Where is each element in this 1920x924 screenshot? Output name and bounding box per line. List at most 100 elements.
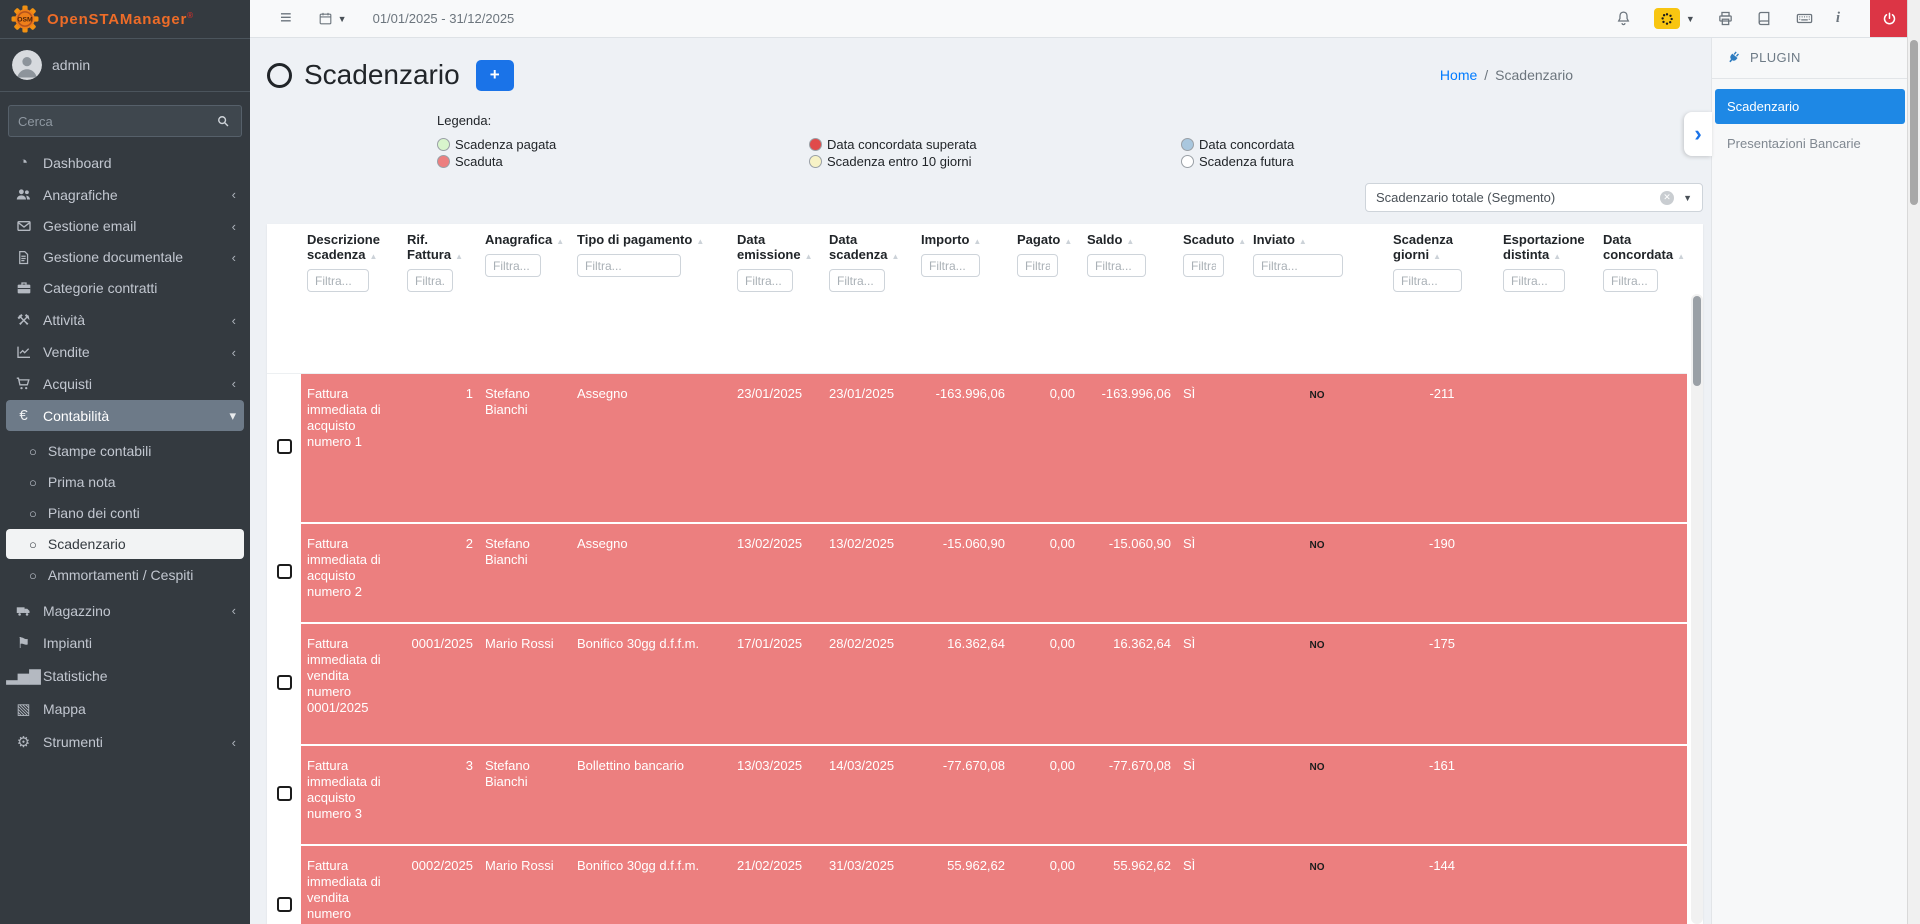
sort-icon[interactable]: ▲ bbox=[696, 237, 704, 246]
sidebar-item-mappa[interactable]: ▧Mappa bbox=[6, 693, 244, 725]
sidebar-item-attivita[interactable]: ⚒Attività‹ bbox=[6, 304, 244, 336]
docs-button[interactable] bbox=[1756, 10, 1773, 27]
sidebar-item-categorie-contratti[interactable]: Categorie contratti bbox=[6, 273, 244, 303]
sidebar-subitem-prima-nota[interactable]: ○Prima nota bbox=[6, 467, 244, 497]
segment-value: Scadenzario totale (Segmento) bbox=[1376, 190, 1660, 205]
column-header-inviato[interactable]: Inviato▲ bbox=[1247, 224, 1387, 374]
cell-giorni: -144 bbox=[1387, 846, 1497, 924]
filter-input-importo[interactable] bbox=[921, 254, 980, 277]
window-scrollbar-thumb[interactable] bbox=[1910, 40, 1918, 205]
panel-toggle-button[interactable]: › bbox=[1684, 112, 1712, 156]
sidebar-item-impianti[interactable]: ⚑Impianti bbox=[6, 627, 244, 659]
row-checkbox[interactable] bbox=[277, 675, 292, 690]
table-scrollbar-thumb[interactable] bbox=[1693, 296, 1701, 386]
sort-icon[interactable]: ▲ bbox=[1064, 237, 1072, 246]
shortcuts-button[interactable] bbox=[1795, 9, 1814, 28]
sidebar-item-magazzino[interactable]: Magazzino‹ bbox=[6, 595, 244, 626]
sidebar-item-acquisti[interactable]: Acquisti‹ bbox=[6, 368, 244, 399]
sidebar-item-strumenti[interactable]: ⚙Strumenti‹ bbox=[6, 726, 244, 758]
filter-input-pagato[interactable] bbox=[1017, 254, 1058, 277]
filter-input-inviato[interactable] bbox=[1253, 254, 1343, 277]
sort-icon[interactable]: ▲ bbox=[556, 237, 564, 246]
sidebar-item-anagrafiche[interactable]: Anagrafiche‹ bbox=[6, 179, 244, 210]
column-header-esportazione-distinta[interactable]: Esportazione distinta▲ bbox=[1497, 224, 1597, 374]
app-window: OSM OpenSTAManager® admin bbox=[0, 0, 1920, 924]
filter-input-scaduto[interactable] bbox=[1183, 254, 1224, 277]
sidebar-item-vendite[interactable]: Vendite‹ bbox=[6, 337, 244, 367]
column-header-importo[interactable]: Importo▲ bbox=[915, 224, 1011, 374]
filter-input-esportazione[interactable] bbox=[1503, 269, 1565, 292]
brand[interactable]: OSM OpenSTAManager® bbox=[0, 0, 250, 39]
search-button[interactable] bbox=[205, 105, 242, 137]
sort-icon[interactable]: ▲ bbox=[1553, 252, 1561, 261]
filter-input-concordata[interactable] bbox=[1603, 269, 1658, 292]
page-title: Scadenzario bbox=[304, 59, 460, 91]
sidebar-subitem-stampe-contabili[interactable]: ○Stampe contabili bbox=[6, 436, 244, 466]
column-header-data-emissione[interactable]: Data emissione▲ bbox=[731, 224, 823, 374]
sort-icon[interactable]: ▲ bbox=[973, 237, 981, 246]
filter-input-saldo[interactable] bbox=[1087, 254, 1146, 277]
sort-icon[interactable]: ▲ bbox=[1677, 252, 1685, 261]
column-header-saldo[interactable]: Saldo▲ bbox=[1081, 224, 1177, 374]
sidebar-item-gestione-documentale[interactable]: Gestione documentale‹ bbox=[6, 242, 244, 272]
filter-input-giorni[interactable] bbox=[1393, 269, 1462, 292]
sidebar-item-statistiche[interactable]: ▂▅▇Statistiche bbox=[6, 660, 244, 692]
hamburger-icon[interactable]: ≡ bbox=[280, 7, 292, 30]
cell-inviato: NO bbox=[1247, 846, 1387, 924]
logout-button[interactable] bbox=[1870, 0, 1908, 37]
row-checkbox[interactable] bbox=[277, 786, 292, 801]
column-header-data-concordata[interactable]: Data concordata▲ bbox=[1597, 224, 1687, 374]
breadcrumb-home-link[interactable]: Home bbox=[1440, 67, 1477, 83]
sidebar-subitem-piano-dei-conti[interactable]: ○Piano dei conti bbox=[6, 498, 244, 528]
add-button[interactable]: + bbox=[476, 60, 514, 91]
filter-input-tipo[interactable] bbox=[577, 254, 681, 277]
sort-icon[interactable]: ▲ bbox=[1126, 237, 1134, 246]
search-input[interactable] bbox=[8, 105, 205, 137]
sidebar-subitem-ammortamenti-cespiti[interactable]: ○Ammortamenti / Cespiti bbox=[6, 560, 244, 590]
date-range[interactable]: 01/01/2025 - 31/12/2025 bbox=[373, 11, 515, 26]
column-header-pagato[interactable]: Pagato▲ bbox=[1011, 224, 1081, 374]
segment-clear-icon[interactable]: ✕ bbox=[1660, 191, 1674, 205]
sort-icon[interactable]: ▲ bbox=[1238, 237, 1246, 246]
column-header-descrizione-scadenza[interactable]: Descrizione scadenza▲ bbox=[301, 224, 401, 374]
row-checkbox[interactable] bbox=[277, 897, 292, 912]
period-picker[interactable]: ▼ bbox=[318, 11, 347, 26]
column-header-rif-fattura[interactable]: Rif. Fattura▲ bbox=[401, 224, 479, 374]
sidebar-item-dashboard[interactable]: ◔Dashboard bbox=[6, 147, 244, 178]
user-panel[interactable]: admin bbox=[0, 39, 250, 92]
notifications-button[interactable] bbox=[1615, 10, 1632, 27]
sort-icon[interactable]: ▲ bbox=[1299, 237, 1307, 246]
filter-input-rif[interactable] bbox=[407, 269, 453, 292]
sidebar-item-contabilita[interactable]: €Contabilità▾ bbox=[6, 400, 244, 431]
filter-input-emissione[interactable] bbox=[737, 269, 793, 292]
column-header-data-scadenza[interactable]: Data scadenza▲ bbox=[823, 224, 915, 374]
column-header-anagrafica[interactable]: Anagrafica▲ bbox=[479, 224, 571, 374]
filter-input-scadenza[interactable] bbox=[829, 269, 885, 292]
legend-item-data-concordata-superata: Data concordata superata bbox=[809, 136, 1181, 153]
info-button[interactable]: i bbox=[1836, 10, 1840, 27]
column-header-tipo-di-pagamento[interactable]: Tipo di pagamento▲ bbox=[571, 224, 731, 374]
sort-icon[interactable]: ▲ bbox=[892, 252, 900, 261]
print-button[interactable] bbox=[1717, 10, 1734, 27]
sort-icon[interactable]: ▲ bbox=[805, 252, 813, 261]
segment-select[interactable]: Scadenzario totale (Segmento) ✕ ▼ bbox=[1365, 183, 1703, 212]
status-indicator[interactable]: ▼ bbox=[1654, 8, 1695, 29]
cell-giorni: -211 bbox=[1387, 374, 1497, 524]
filter-input-anagrafica[interactable] bbox=[485, 254, 541, 277]
cell-descrizione: Fattura immediata di vendita numero 0002… bbox=[301, 846, 401, 924]
plugin-item-presentazioni-bancarie[interactable]: Presentazioni Bancarie bbox=[1715, 126, 1905, 161]
column-header-scadenza-giorni[interactable]: Scadenza giorni▲ bbox=[1387, 224, 1497, 374]
column-header-scaduto[interactable]: Scaduto▲ bbox=[1177, 224, 1247, 374]
row-checkbox[interactable] bbox=[277, 564, 292, 579]
plugin-item-scadenzario[interactable]: Scadenzario bbox=[1715, 89, 1905, 124]
sidebar-item-gestione-email[interactable]: Gestione email‹ bbox=[6, 211, 244, 241]
sort-icon[interactable]: ▲ bbox=[370, 252, 378, 261]
sort-icon[interactable]: ▲ bbox=[1433, 252, 1441, 261]
sidebar-item-label: Attività bbox=[43, 312, 85, 328]
table-scrollbar[interactable] bbox=[1691, 294, 1703, 924]
sort-icon[interactable]: ▲ bbox=[455, 252, 463, 261]
row-checkbox[interactable] bbox=[277, 439, 292, 454]
filter-input-descrizione[interactable] bbox=[307, 269, 369, 292]
sidebar-subitem-scadenzario[interactable]: ○Scadenzario bbox=[6, 529, 244, 559]
window-scrollbar[interactable] bbox=[1907, 0, 1920, 924]
